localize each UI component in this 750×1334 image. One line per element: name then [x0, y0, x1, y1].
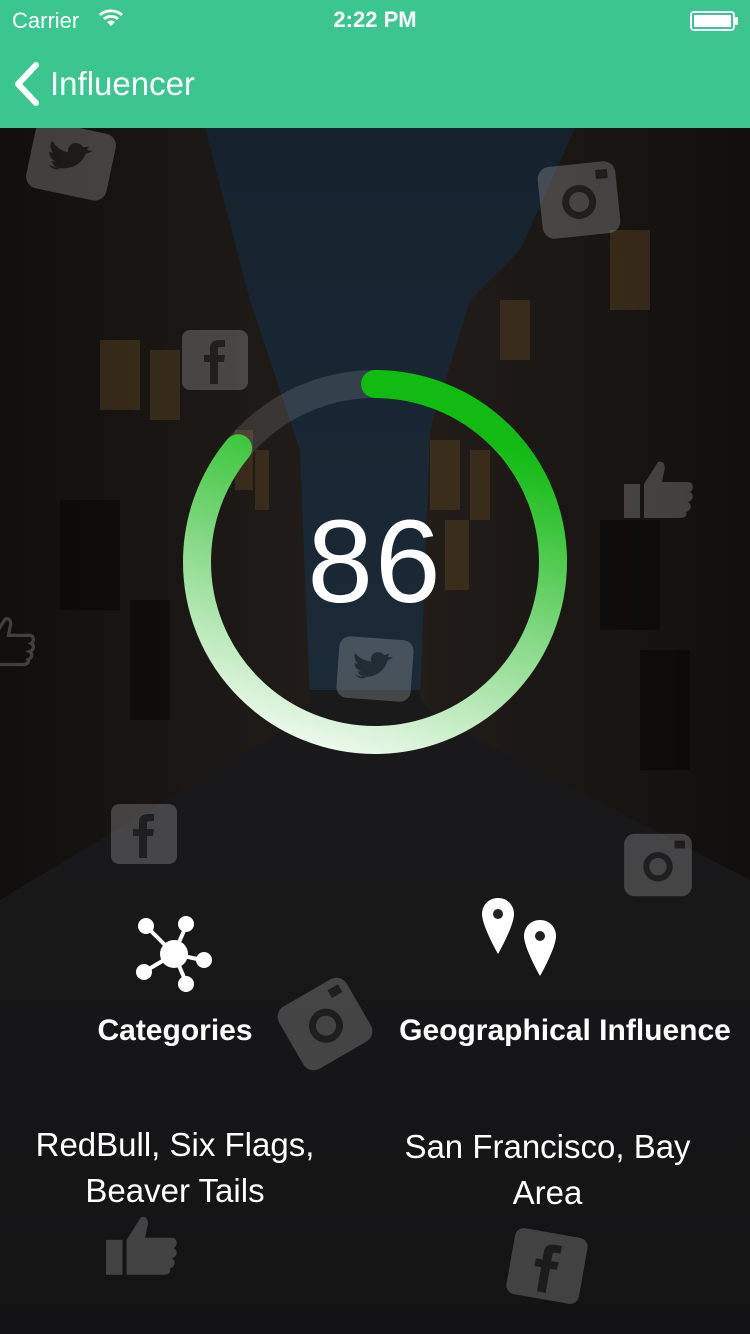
categories-title: Categories: [97, 1014, 253, 1047]
thumbs-up-icon: [0, 617, 35, 667]
instagram-icon: [537, 161, 621, 239]
geographical-influence-value: San Francisco, Bay Area: [404, 1128, 691, 1211]
map-pins-icon: [482, 898, 556, 976]
influencer-screen: Carrier 2:22 PM Influencer 86 Categories…: [0, 0, 750, 1334]
geographical-influence-title: Geographical Influence: [399, 1014, 731, 1047]
thumbs-up-icon: [624, 461, 693, 518]
geographical-influence-section: Geographical Influence San Francisco, Ba…: [380, 890, 750, 1230]
status-bar: Carrier 2:22 PM: [0, 0, 750, 40]
page-title: Influencer: [50, 65, 195, 102]
facebook-icon: [506, 1228, 588, 1304]
score-value: 86: [307, 496, 443, 628]
instagram-icon: [624, 833, 692, 897]
navigation-bar: Influencer: [0, 40, 750, 128]
battery-icon: [690, 11, 738, 31]
categories-section: Categories RedBull, Six Flags, Beaver Ta…: [0, 900, 360, 1240]
network-nodes-icon: [136, 916, 212, 992]
facebook-icon: [111, 804, 177, 864]
chevron-left-icon: [15, 62, 39, 106]
influence-score-ring: 86: [175, 362, 575, 762]
categories-value: RedBull, Six Flags, Beaver Tails: [35, 1126, 315, 1209]
app-header: Carrier 2:22 PM Influencer: [0, 0, 750, 128]
status-time: 2:22 PM: [333, 7, 417, 32]
back-button[interactable]: Influencer: [14, 60, 244, 108]
